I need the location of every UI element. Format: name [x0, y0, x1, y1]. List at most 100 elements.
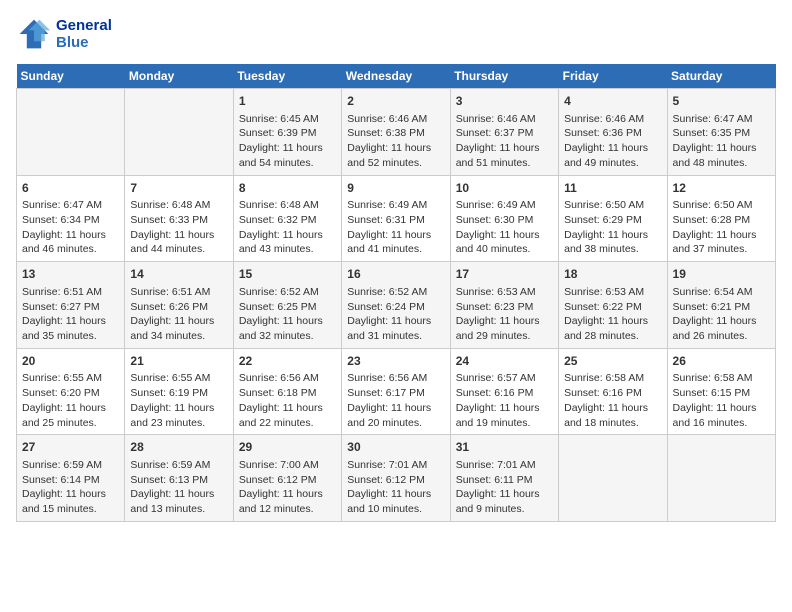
- day-info: Daylight: 11 hours and 49 minutes.: [564, 141, 661, 170]
- calendar-cell: 19Sunrise: 6:54 AMSunset: 6:21 PMDayligh…: [667, 262, 775, 349]
- calendar-cell: 28 Sunrise: 6:59 AMSunset: 6:13 PMDayligh…: [125, 435, 233, 522]
- calendar-cell: 22Sunrise: 6:56 AMSunset: 6:18 PMDayligh…: [233, 348, 341, 435]
- calendar-cell: 23Sunrise: 6:56 AMSunset: 6:17 PMDayligh…: [342, 348, 450, 435]
- day-info: Sunset: 6:37 PM: [456, 126, 553, 141]
- day-number: 24: [456, 353, 553, 370]
- day-info: Sunrise: 6:53 AM: [456, 285, 553, 300]
- day-number: 27: [22, 439, 119, 456]
- day-info: Sunrise: 6:51 AM: [22, 285, 119, 300]
- day-info: Daylight: 11 hours and 28 minutes.: [564, 314, 661, 343]
- day-info: Daylight: 11 hours and 41 minutes.: [347, 228, 444, 257]
- calendar-week-1: 1Sunrise: 6:45 AMSunset: 6:39 PMDaylight…: [17, 89, 776, 176]
- day-number: 30: [347, 439, 444, 456]
- day-info: Sunset: 6:18 PM: [239, 386, 336, 401]
- day-header-saturday: Saturday: [667, 64, 775, 89]
- calendar-cell: 13Sunrise: 6:51 AMSunset: 6:27 PMDayligh…: [17, 262, 125, 349]
- day-number: 25: [564, 353, 661, 370]
- day-info: Sunset: 6:27 PM: [22, 300, 119, 315]
- calendar-week-2: 6Sunrise: 6:47 AMSunset: 6:34 PMDaylight…: [17, 175, 776, 262]
- calendar-cell: 29Sunrise: 7:00 AMSunset: 6:12 PMDayligh…: [233, 435, 341, 522]
- calendar-cell: 24Sunrise: 6:57 AMSunset: 6:16 PMDayligh…: [450, 348, 558, 435]
- day-info: Daylight: 11 hours and 13 minutes.: [130, 487, 227, 516]
- day-number: 29: [239, 439, 336, 456]
- day-info: Sunrise: 6:49 AM: [347, 198, 444, 213]
- day-header-monday: Monday: [125, 64, 233, 89]
- day-info: Sunset: 6:21 PM: [673, 300, 770, 315]
- day-info: Daylight: 11 hours and 51 minutes.: [456, 141, 553, 170]
- day-info: Sunrise: 6:59 AM: [22, 458, 119, 473]
- day-info: Sunrise: 6:56 AM: [239, 371, 336, 386]
- day-number: 20: [22, 353, 119, 370]
- calendar-cell: 3Sunrise: 6:46 AMSunset: 6:37 PMDaylight…: [450, 89, 558, 176]
- day-number: 18: [564, 266, 661, 283]
- day-info: Daylight: 11 hours and 16 minutes.: [673, 401, 770, 430]
- calendar-week-3: 13Sunrise: 6:51 AMSunset: 6:27 PMDayligh…: [17, 262, 776, 349]
- day-number: 31: [456, 439, 553, 456]
- day-info: Sunrise: 6:58 AM: [673, 371, 770, 386]
- day-info: Sunset: 6:13 PM: [130, 473, 227, 488]
- day-header-sunday: Sunday: [17, 64, 125, 89]
- day-info: Daylight: 11 hours and 35 minutes.: [22, 314, 119, 343]
- logo-line2: Blue: [56, 34, 112, 51]
- calendar-cell: 25Sunrise: 6:58 AMSunset: 6:16 PMDayligh…: [559, 348, 667, 435]
- day-number: 8: [239, 180, 336, 197]
- day-info: Daylight: 11 hours and 20 minutes.: [347, 401, 444, 430]
- logo-line1: General: [56, 17, 112, 34]
- day-info: Sunrise: 6:49 AM: [456, 198, 553, 213]
- calendar-cell: 9Sunrise: 6:49 AMSunset: 6:31 PMDaylight…: [342, 175, 450, 262]
- day-info: Sunrise: 6:47 AM: [673, 112, 770, 127]
- calendar-cell: 26Sunrise: 6:58 AMSunset: 6:15 PMDayligh…: [667, 348, 775, 435]
- day-info: Daylight: 11 hours and 9 minutes.: [456, 487, 553, 516]
- day-info: Daylight: 11 hours and 22 minutes.: [239, 401, 336, 430]
- calendar-cell: 30Sunrise: 7:01 AMSunset: 6:12 PMDayligh…: [342, 435, 450, 522]
- day-number: 1: [239, 93, 336, 110]
- day-number: 28: [130, 439, 227, 456]
- day-info: Sunset: 6:17 PM: [347, 386, 444, 401]
- day-number: 3: [456, 93, 553, 110]
- day-number: 21: [130, 353, 227, 370]
- calendar-cell: [125, 89, 233, 176]
- day-number: 19: [673, 266, 770, 283]
- calendar-cell: 10Sunrise: 6:49 AMSunset: 6:30 PMDayligh…: [450, 175, 558, 262]
- calendar-cell: 12Sunrise: 6:50 AMSunset: 6:28 PMDayligh…: [667, 175, 775, 262]
- day-info: Sunset: 6:28 PM: [673, 213, 770, 228]
- day-number: 10: [456, 180, 553, 197]
- day-header-friday: Friday: [559, 64, 667, 89]
- day-info: Sunrise: 6:47 AM: [22, 198, 119, 213]
- day-number: 6: [22, 180, 119, 197]
- day-info: Daylight: 11 hours and 18 minutes.: [564, 401, 661, 430]
- day-info: Sunrise: 6:50 AM: [564, 198, 661, 213]
- day-info: Sunrise: 6:48 AM: [239, 198, 336, 213]
- calendar-cell: 7Sunrise: 6:48 AMSunset: 6:33 PMDaylight…: [125, 175, 233, 262]
- day-number: 12: [673, 180, 770, 197]
- day-info: Daylight: 11 hours and 40 minutes.: [456, 228, 553, 257]
- day-info: Sunrise: 6:55 AM: [130, 371, 227, 386]
- calendar-cell: [559, 435, 667, 522]
- calendar-body: 1Sunrise: 6:45 AMSunset: 6:39 PMDaylight…: [17, 89, 776, 522]
- day-info: Sunrise: 6:53 AM: [564, 285, 661, 300]
- calendar-week-4: 20Sunrise: 6:55 AMSunset: 6:20 PMDayligh…: [17, 348, 776, 435]
- day-info: Sunrise: 6:59 AM: [130, 458, 227, 473]
- day-info: Sunset: 6:23 PM: [456, 300, 553, 315]
- day-number: 11: [564, 180, 661, 197]
- day-number: 5: [673, 93, 770, 110]
- day-info: Daylight: 11 hours and 23 minutes.: [130, 401, 227, 430]
- day-info: Sunset: 6:22 PM: [564, 300, 661, 315]
- calendar-cell: 6Sunrise: 6:47 AMSunset: 6:34 PMDaylight…: [17, 175, 125, 262]
- calendar-cell: 8Sunrise: 6:48 AMSunset: 6:32 PMDaylight…: [233, 175, 341, 262]
- calendar-cell: 16Sunrise: 6:52 AMSunset: 6:24 PMDayligh…: [342, 262, 450, 349]
- day-info: Sunrise: 6:50 AM: [673, 198, 770, 213]
- day-info: Daylight: 11 hours and 52 minutes.: [347, 141, 444, 170]
- day-info: Sunset: 6:35 PM: [673, 126, 770, 141]
- day-info: Sunrise: 6:52 AM: [347, 285, 444, 300]
- day-info: Daylight: 11 hours and 10 minutes.: [347, 487, 444, 516]
- day-number: 2: [347, 93, 444, 110]
- logo: General Blue: [16, 16, 112, 52]
- day-info: Sunset: 6:39 PM: [239, 126, 336, 141]
- calendar-cell: 14Sunrise: 6:51 AMSunset: 6:26 PMDayligh…: [125, 262, 233, 349]
- day-info: Sunrise: 6:46 AM: [564, 112, 661, 127]
- day-info: Sunset: 6:24 PM: [347, 300, 444, 315]
- day-info: Daylight: 11 hours and 12 minutes.: [239, 487, 336, 516]
- page-header: General Blue: [16, 16, 776, 52]
- day-info: Sunset: 6:15 PM: [673, 386, 770, 401]
